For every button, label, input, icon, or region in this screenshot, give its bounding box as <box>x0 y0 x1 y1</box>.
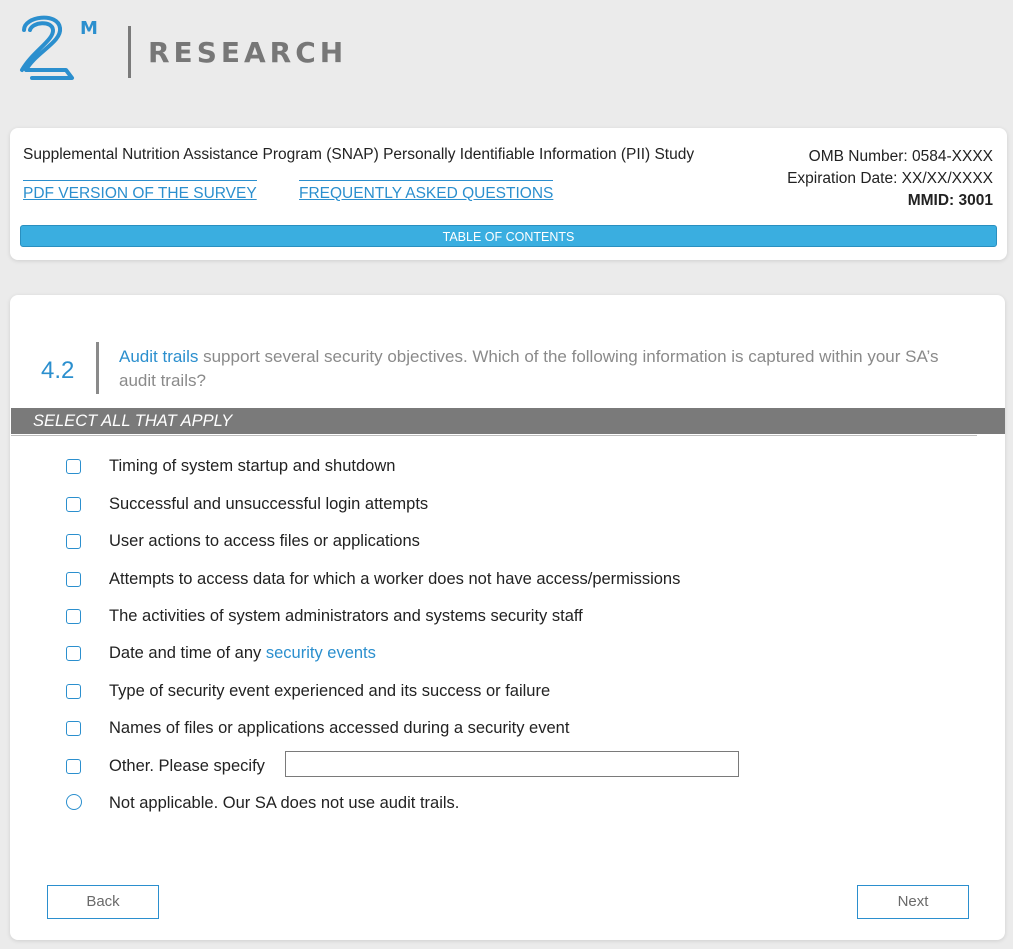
option-label: Names of files or applications accessed … <box>109 718 570 737</box>
checkbox[interactable] <box>66 758 81 774</box>
checkbox[interactable] <box>66 608 81 624</box>
option-label: Attempts to access data for which a work… <box>109 569 681 588</box>
question-text-rest: support several security objectives. Whi… <box>119 347 939 390</box>
option-label: Timing of system startup and shutdown <box>109 456 396 475</box>
option-login-attempts[interactable]: Successful and unsuccessful login attemp… <box>66 493 428 515</box>
select-all-instruction: SELECT ALL THAT APPLY <box>11 408 1005 436</box>
checkbox[interactable] <box>66 458 81 474</box>
question-divider <box>96 342 99 394</box>
option-label: The activities of system administrators … <box>109 606 583 625</box>
checkbox[interactable] <box>66 571 81 587</box>
checkbox[interactable] <box>66 720 81 736</box>
option-security-events-time[interactable]: Date and time of any security events <box>66 642 376 664</box>
faq-link[interactable]: FREQUENTLY ASKED QUESTIONS <box>299 180 554 203</box>
2m-logo-mark-icon: M <box>20 15 98 80</box>
option-label: Successful and unsuccessful login attemp… <box>109 494 429 513</box>
svg-text:M: M <box>80 18 98 39</box>
option-files-accessed[interactable]: Names of files or applications accessed … <box>66 717 569 739</box>
audit-trails-term-link[interactable]: Audit trails <box>119 347 198 366</box>
option-label-prefix: Date and time of any <box>109 643 266 662</box>
other-specify-input[interactable] <box>285 751 739 777</box>
question-text: Audit trails support several security ob… <box>119 345 979 393</box>
omb-number: OMB Number: 0584-XXXX <box>808 148 993 165</box>
option-label: Other. Please specify <box>109 756 265 775</box>
security-events-term-link[interactable]: security events <box>266 644 376 662</box>
logo-divider <box>128 26 131 78</box>
option-label: User actions to access files or applicat… <box>109 531 420 550</box>
expiration-date: Expiration Date: XX/XX/XXXX <box>787 170 993 187</box>
option-event-type[interactable]: Type of security event experienced and i… <box>66 680 550 702</box>
option-other[interactable]: Other. Please specify <box>66 755 265 777</box>
option-not-applicable[interactable]: Not applicable. Our SA does not use audi… <box>66 791 459 813</box>
checkbox[interactable] <box>66 645 81 661</box>
option-admin-activities[interactable]: The activities of system administrators … <box>66 605 583 627</box>
option-label: Not applicable. Our SA does not use audi… <box>109 794 460 812</box>
checkbox[interactable] <box>66 683 81 699</box>
back-button[interactable]: Back <box>47 885 159 919</box>
study-title: Supplemental Nutrition Assistance Progra… <box>23 146 695 163</box>
option-user-actions[interactable]: User actions to access files or applicat… <box>66 530 420 552</box>
table-of-contents-button[interactable]: TABLE OF CONTENTS <box>20 225 997 247</box>
next-button[interactable]: Next <box>857 885 969 919</box>
survey-header: Supplemental Nutrition Assistance Progra… <box>10 128 1007 260</box>
question-card: 4.2 Audit trails support several securit… <box>10 295 1005 940</box>
option-unauthorized-access[interactable]: Attempts to access data for which a work… <box>66 568 680 590</box>
option-label: Type of security event experienced and i… <box>109 681 551 700</box>
checkbox[interactable] <box>66 533 81 549</box>
radio-button[interactable] <box>66 794 82 810</box>
omb-info: OMB Number: 0584-XXXX Expiration Date: X… <box>787 146 993 212</box>
checkbox[interactable] <box>66 496 81 512</box>
option-label: Date and time of any security events <box>109 644 376 663</box>
logo-wordmark: RESEARCH <box>148 36 348 69</box>
option-system-startup[interactable]: Timing of system startup and shutdown <box>66 455 395 477</box>
company-logo: M RESEARCH <box>18 8 343 80</box>
pdf-version-link[interactable]: PDF VERSION OF THE SURVEY <box>23 180 257 203</box>
mmid: MMID: 3001 <box>907 192 993 209</box>
question-number: 4.2 <box>41 357 75 384</box>
